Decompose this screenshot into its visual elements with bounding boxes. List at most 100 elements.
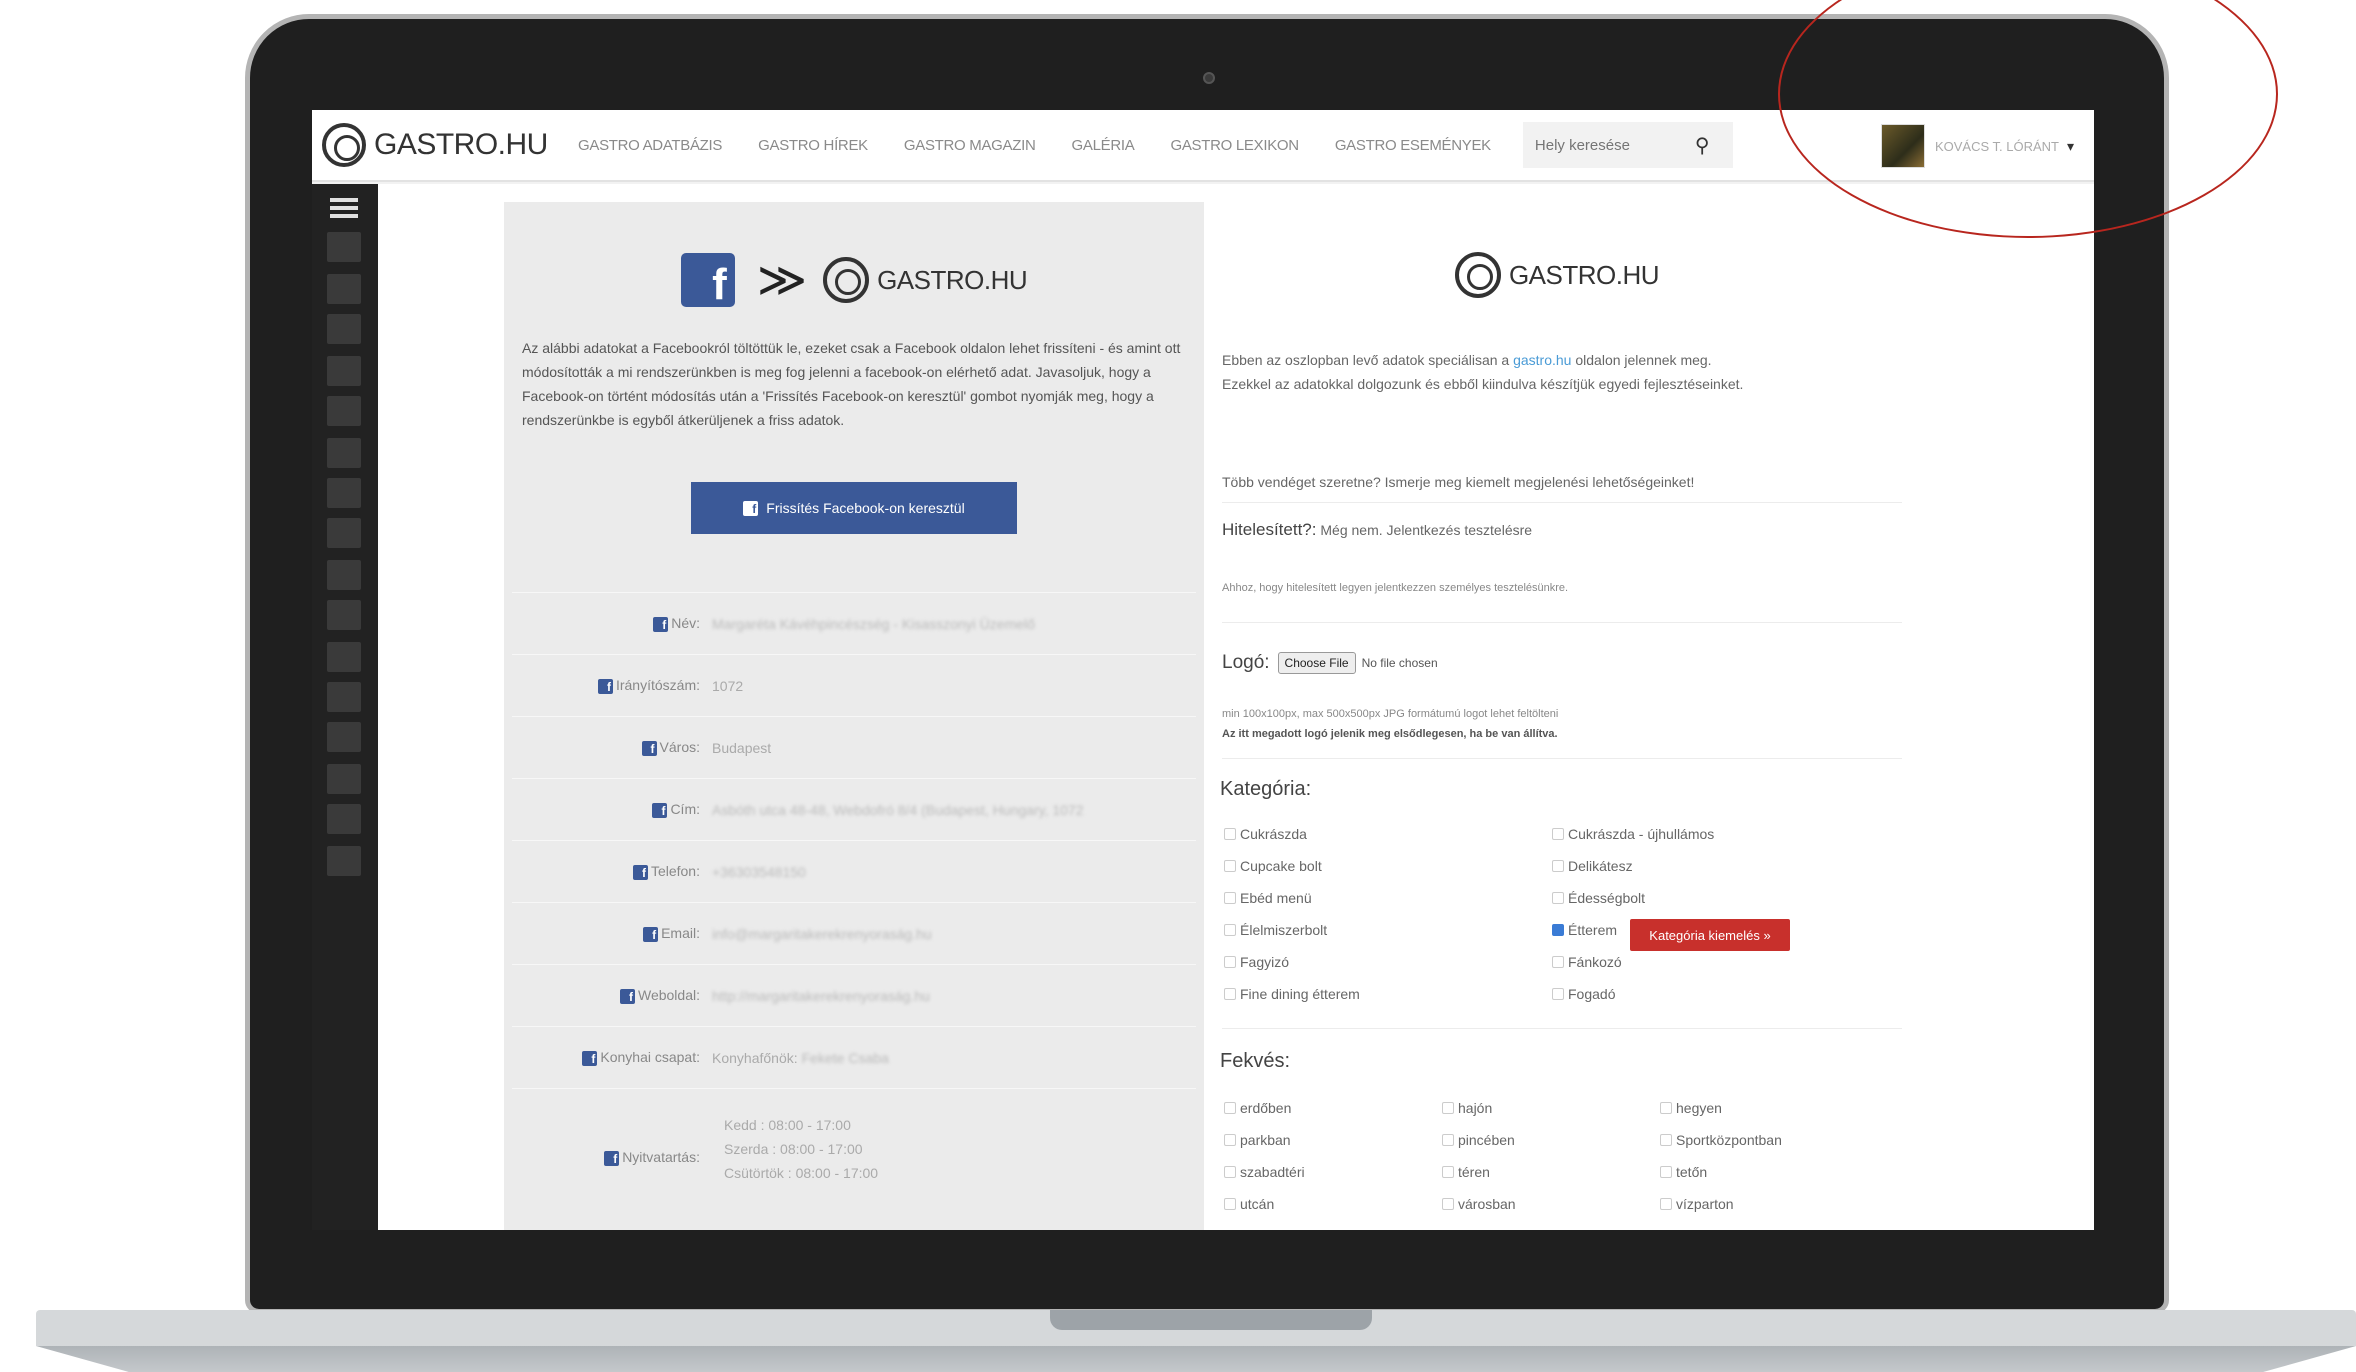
gastro-logo-icon bbox=[322, 123, 366, 167]
main-content: f ≫ GASTRO.HU Az alábbi adatokat a Faceb… bbox=[378, 184, 2094, 1230]
category-checkbox-checked[interactable]: Étterem bbox=[1552, 922, 1617, 938]
magnifier-icon[interactable]: ⚲ bbox=[1695, 133, 1710, 158]
sidebar-item[interactable] bbox=[327, 478, 361, 508]
refresh-facebook-button[interactable]: f Frissítés Facebook-on keresztül bbox=[691, 482, 1017, 534]
category-highlight-button[interactable]: Kategória kiemelés » bbox=[1630, 919, 1790, 951]
location-checkbox[interactable]: vízparton bbox=[1660, 1196, 1734, 1212]
field-value: +36303548150 bbox=[712, 863, 806, 880]
field-value: info@margaritakerekrenyoraság.hu bbox=[712, 925, 932, 942]
laptop-notch bbox=[1050, 1310, 1372, 1330]
facebook-icon: f bbox=[597, 678, 613, 694]
location-checkbox[interactable]: hajón bbox=[1442, 1100, 1492, 1116]
category-checkbox[interactable]: Fogadó bbox=[1552, 986, 1615, 1002]
verification-status: Hitelesített?: Még nem. Jelentkezés tesz… bbox=[1222, 520, 1533, 539]
apply-link[interactable]: Jelentkezés bbox=[1387, 522, 1461, 538]
logo-text: GASTRO.HU bbox=[374, 128, 548, 161]
sidebar-item[interactable] bbox=[327, 846, 361, 876]
category-checkbox[interactable]: Édességbolt bbox=[1552, 890, 1645, 906]
facebook-icon: f bbox=[582, 1050, 598, 1066]
location-checkbox[interactable]: szabadtéri bbox=[1224, 1164, 1305, 1180]
divider bbox=[1222, 622, 1902, 623]
choose-file-button[interactable]: Choose File bbox=[1277, 652, 1356, 674]
facebook-icon: f bbox=[652, 802, 668, 818]
field-label: f Nyitvatartás: bbox=[512, 1149, 708, 1166]
field-label: f Város: bbox=[512, 739, 708, 756]
gastro-logo-icon bbox=[823, 257, 870, 303]
sidebar-item[interactable] bbox=[327, 232, 361, 262]
sidebar-item[interactable] bbox=[327, 642, 361, 672]
sidebar-item[interactable] bbox=[327, 518, 361, 548]
sidebar-item[interactable] bbox=[327, 764, 361, 794]
field-label: f Weboldal: bbox=[512, 987, 708, 1004]
location-checkbox[interactable]: tetőn bbox=[1660, 1164, 1707, 1180]
nav-lexikon[interactable]: GASTRO LEXIKON bbox=[1170, 137, 1299, 154]
verification-note: Ahhoz, hogy hitelesített legyen jelentke… bbox=[1222, 582, 1569, 594]
field-row-name: f Név: Margaréta Kávéhpincészség - Kisass… bbox=[512, 592, 1196, 654]
hamburger-icon[interactable] bbox=[330, 198, 358, 218]
field-row-email: f Email: info@margaritakerekrenyoraság.hu bbox=[512, 902, 1196, 964]
field-label: f Irányítószám: bbox=[512, 677, 708, 694]
right-logo: GASTRO.HU bbox=[1212, 252, 1902, 298]
screen: GASTRO.HU GASTRO ADATBÁZIS GASTRO HÍREK … bbox=[312, 110, 2094, 1230]
gastro-logo-icon bbox=[1454, 252, 1501, 298]
category-checkbox[interactable]: Fine dining étterem bbox=[1224, 986, 1360, 1002]
nav-galeria[interactable]: GALÉRIA bbox=[1072, 137, 1135, 154]
field-label: f Név: bbox=[512, 615, 708, 632]
facebook-icon: f bbox=[619, 988, 635, 1004]
sidebar-item[interactable] bbox=[327, 600, 361, 630]
refresh-button-label: Frissítés Facebook-on keresztül bbox=[766, 500, 965, 516]
location-checkbox[interactable]: hegyen bbox=[1660, 1100, 1722, 1116]
field-row-address: f Cím: Asbóth utca 48-48, Webdofró 8/4 (B… bbox=[512, 778, 1196, 840]
right-intro: Ebben az oszlopban levő adatok speciális… bbox=[1222, 352, 1744, 392]
category-checkbox[interactable]: Cukrászda - újhullámos bbox=[1552, 826, 1714, 842]
sidebar-item[interactable] bbox=[327, 396, 361, 426]
sidebar-item[interactable] bbox=[327, 722, 361, 752]
sidebar-item[interactable] bbox=[327, 560, 361, 590]
location-checkbox[interactable]: téren bbox=[1442, 1164, 1490, 1180]
facebook-icon: f bbox=[643, 926, 659, 942]
sidebar-item[interactable] bbox=[327, 804, 361, 834]
sidebar-item[interactable] bbox=[327, 356, 361, 386]
double-arrow-icon: ≫ bbox=[756, 254, 807, 307]
hours-line: Kedd : 08:00 - 17:00 bbox=[724, 1117, 851, 1133]
field-row-city: f Város: Budapest bbox=[512, 716, 1196, 778]
location-checkbox[interactable]: Sportközpontban bbox=[1660, 1132, 1782, 1148]
divider bbox=[1222, 1028, 1902, 1029]
sidebar-item[interactable] bbox=[327, 682, 361, 712]
field-row-zip: f Irányítószám: 1072 bbox=[512, 654, 1196, 716]
category-checkbox[interactable]: Delikátesz bbox=[1552, 858, 1633, 874]
location-checkbox[interactable]: erdőben bbox=[1224, 1100, 1291, 1116]
hours-line: Csütörtök : 08:00 - 17:00 bbox=[724, 1165, 879, 1181]
category-checkbox[interactable]: Fagyizó bbox=[1224, 954, 1289, 970]
file-status: No file chosen bbox=[1361, 656, 1438, 670]
location-title: Fekvés: bbox=[1220, 1050, 1291, 1072]
sidebar bbox=[312, 184, 378, 1230]
header-logo: GASTRO.HU bbox=[823, 257, 1028, 303]
location-checkbox[interactable]: városban bbox=[1442, 1196, 1516, 1212]
location-checkbox[interactable]: pincében bbox=[1442, 1132, 1515, 1148]
site-logo[interactable]: GASTRO.HU bbox=[312, 123, 562, 167]
category-checkbox[interactable]: Ebéd menü bbox=[1224, 890, 1312, 906]
category-checkbox[interactable]: Cupcake bolt bbox=[1224, 858, 1322, 874]
category-checkbox[interactable]: Cukrászda bbox=[1224, 826, 1307, 842]
facebook-icon: f bbox=[743, 500, 759, 516]
facebook-icon: f bbox=[632, 864, 648, 880]
sidebar-item[interactable] bbox=[327, 438, 361, 468]
nav-magazin[interactable]: GASTRO MAGAZIN bbox=[904, 137, 1036, 154]
nav-adatbazis[interactable]: GASTRO ADATBÁZIS bbox=[578, 137, 722, 154]
nav-esemenyek[interactable]: GASTRO ESEMÉNYEK bbox=[1335, 137, 1491, 154]
field-row-website: f Weboldal: http://margaritakerekrenyoras… bbox=[512, 964, 1196, 1026]
facebook-data-column: f ≫ GASTRO.HU Az alábbi adatokat a Faceb… bbox=[504, 202, 1204, 1230]
sidebar-item[interactable] bbox=[327, 274, 361, 304]
location-checkbox[interactable]: parkban bbox=[1224, 1132, 1291, 1148]
sidebar-item[interactable] bbox=[327, 314, 361, 344]
facebook-icon: f bbox=[604, 1150, 620, 1166]
category-checkbox[interactable]: Élelmiszerbolt bbox=[1224, 922, 1327, 938]
category-checkbox[interactable]: Fánkozó bbox=[1552, 954, 1622, 970]
field-row-phone: f Telefon: +36303548150 bbox=[512, 840, 1196, 902]
search-input[interactable] bbox=[1534, 136, 1695, 154]
location-checkbox[interactable]: utcán bbox=[1224, 1196, 1274, 1212]
nav-hirek[interactable]: GASTRO HÍREK bbox=[758, 137, 868, 154]
search-box: ⚲ bbox=[1522, 122, 1733, 168]
gastro-link[interactable]: gastro.hu bbox=[1513, 352, 1571, 368]
